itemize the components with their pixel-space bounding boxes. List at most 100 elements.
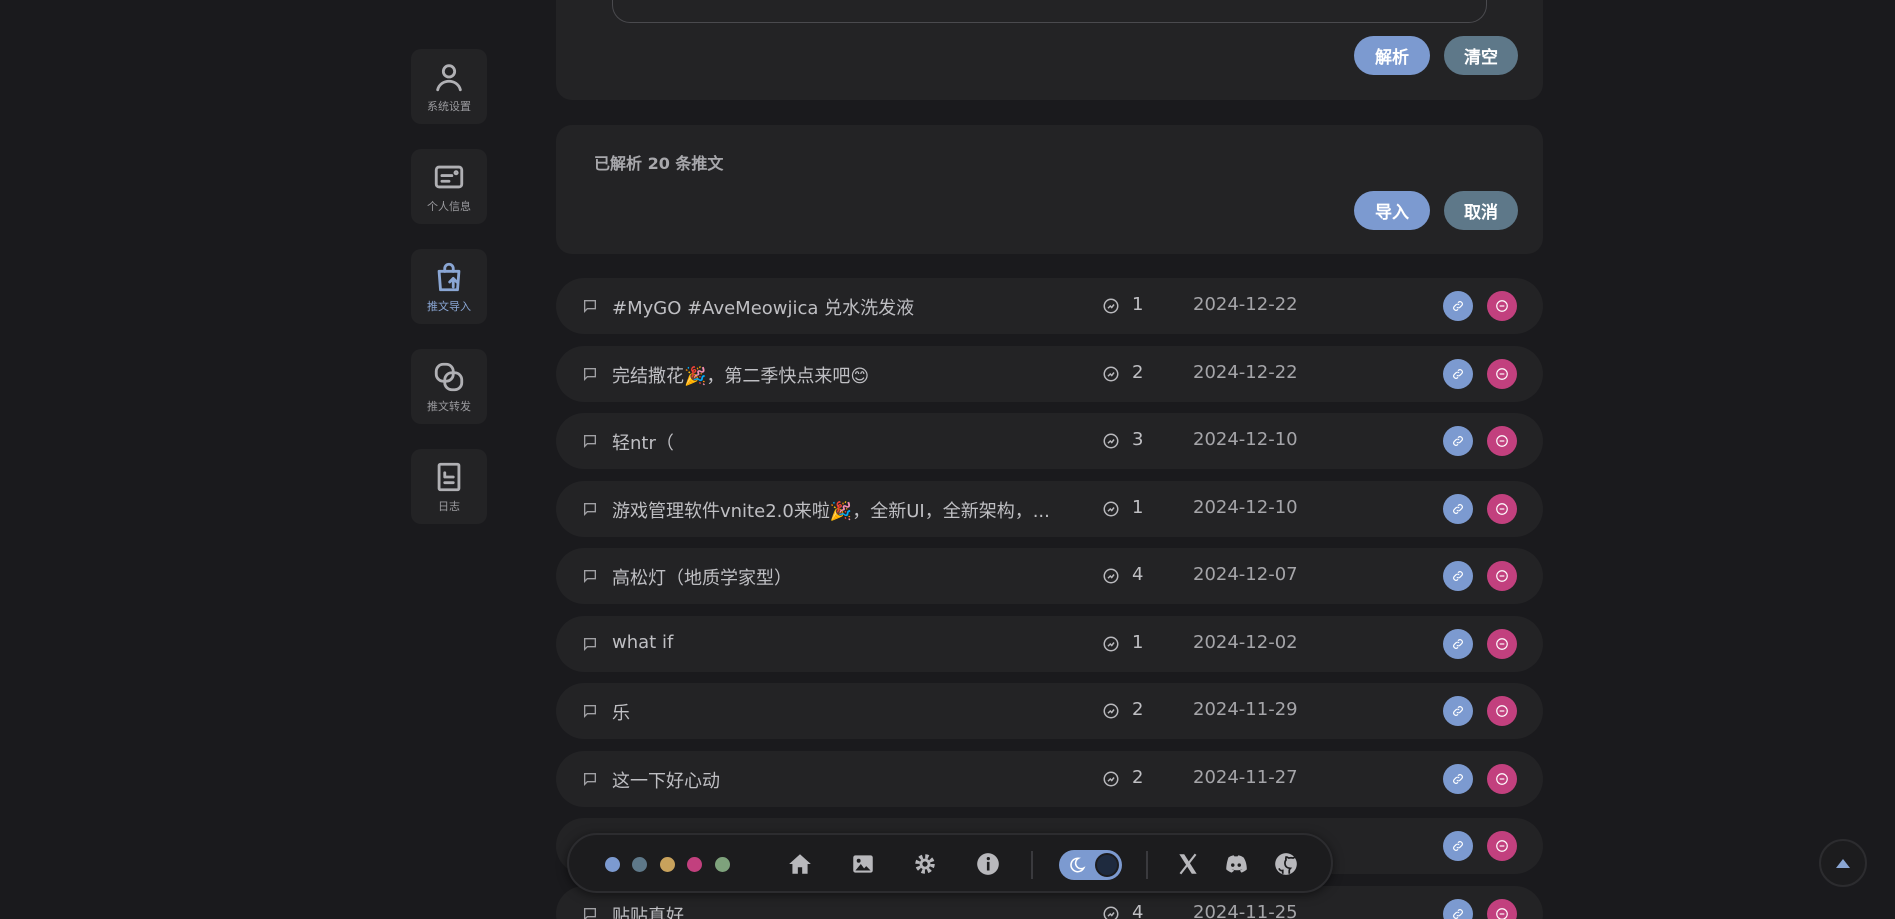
media-count: 1	[1132, 496, 1144, 518]
clear-button[interactable]: 清空	[1444, 36, 1518, 75]
message-icon	[582, 703, 598, 719]
tweet-date: 2024-12-07	[1193, 564, 1298, 585]
theme-color-dot-2[interactable]	[632, 857, 647, 872]
open-link-button[interactable]	[1443, 696, 1473, 726]
tweet-row: 乐 2 2024-11-29	[556, 683, 1543, 739]
media-count-icon	[1102, 702, 1120, 720]
gear-icon[interactable]	[912, 851, 938, 877]
media-count: 2	[1132, 699, 1144, 720]
tweet-title: 游戏管理软件vnite2.0来啦🎉，全新UI，全新架构，...	[612, 500, 1050, 522]
minus-circle-icon	[1496, 570, 1508, 582]
link-icon	[1453, 908, 1463, 919]
media-count-icon	[1102, 905, 1120, 919]
sidebar-item-tweet-forward[interactable]: 推文转发	[411, 349, 487, 424]
remove-tweet-button[interactable]	[1487, 493, 1517, 524]
parse-result-title: 已解析 20 条推文	[594, 154, 724, 173]
sidebar-item-label: 系统设置	[427, 99, 471, 113]
link-icon	[1453, 773, 1463, 784]
sidebar-item-label: 推文转发	[427, 399, 471, 413]
remove-tweet-button[interactable]	[1487, 763, 1517, 794]
x-logo-icon[interactable]	[1175, 851, 1201, 877]
message-icon	[582, 771, 598, 787]
media-count: 2	[1132, 361, 1144, 383]
minus-circle-icon	[1496, 300, 1508, 312]
open-link-button[interactable]	[1443, 831, 1473, 861]
remove-tweet-button[interactable]	[1487, 358, 1517, 389]
user-icon	[436, 63, 462, 91]
info-icon[interactable]	[975, 851, 1001, 877]
sidebar-item-profile[interactable]: 个人信息	[411, 149, 487, 224]
github-icon[interactable]	[1273, 851, 1299, 877]
home-icon[interactable]	[787, 851, 813, 877]
tweet-title: 这一下好心动	[612, 770, 720, 792]
remove-tweet-button[interactable]	[1487, 291, 1517, 321]
remove-tweet-button[interactable]	[1487, 628, 1517, 659]
dark-mode-toggle[interactable]	[1059, 850, 1122, 880]
remove-tweet-button[interactable]	[1487, 831, 1517, 861]
tweet-title: 乐	[612, 703, 630, 724]
tweet-url-textarea[interactable]	[612, 0, 1487, 23]
tweet-title: what if	[612, 631, 674, 653]
remove-tweet-button[interactable]	[1487, 898, 1517, 919]
message-icon	[582, 501, 598, 517]
tweet-row: 完结撒花🎉，第二季快点来吧😊 2 2024-12-22	[556, 345, 1543, 402]
input-card: 解析 清空	[556, 0, 1543, 100]
media-count-icon	[1102, 432, 1120, 450]
image-icon[interactable]	[850, 851, 876, 877]
message-icon	[582, 298, 598, 314]
tweet-title: 高松灯（地质学家型）	[612, 568, 792, 589]
media-count: 3	[1132, 429, 1144, 450]
sidebar-item-system-settings[interactable]: 系统设置	[411, 49, 487, 124]
open-link-button[interactable]	[1443, 426, 1473, 456]
remove-tweet-button[interactable]	[1487, 696, 1517, 726]
theme-color-dot-3[interactable]	[660, 857, 675, 872]
bag-upload-icon	[437, 262, 461, 291]
theme-color-dot-4[interactable]	[687, 857, 702, 872]
media-count: 4	[1132, 564, 1144, 585]
cancel-button[interactable]: 取消	[1444, 191, 1518, 230]
sidebar-item-label: 日志	[438, 499, 460, 513]
parse-button[interactable]: 解析	[1354, 36, 1430, 75]
tweet-title: 贴贴真好	[612, 905, 684, 919]
import-button[interactable]: 导入	[1354, 191, 1430, 230]
sidebar-item-label: 个人信息	[427, 199, 471, 213]
scroll-to-top-button[interactable]	[1819, 839, 1867, 887]
link-icon	[1453, 841, 1463, 851]
moon-icon	[1070, 857, 1086, 873]
remove-tweet-button[interactable]	[1487, 426, 1517, 456]
sidebar: 系统设置 个人信息 推文导入 推文转发 日志	[411, 49, 487, 549]
open-link-button[interactable]	[1443, 358, 1473, 389]
tweet-row: #MyGO #AveMeowjica 兑水洗发液 1 2024-12-22	[556, 278, 1543, 334]
open-link-button[interactable]	[1443, 628, 1473, 659]
theme-color-dot-5[interactable]	[715, 857, 730, 872]
link-icon	[1453, 301, 1463, 311]
theme-color-dot-1[interactable]	[605, 857, 620, 872]
link-icon	[1453, 638, 1463, 649]
remove-tweet-button[interactable]	[1487, 561, 1517, 591]
open-link-button[interactable]	[1443, 493, 1473, 524]
tweet-title: #MyGO #AveMeowjica 兑水洗发液	[612, 298, 915, 319]
arrow-up-icon	[1836, 858, 1850, 868]
toggle-knob	[1095, 853, 1119, 877]
media-count-icon	[1102, 567, 1120, 585]
tweet-date: 2024-12-22	[1193, 294, 1298, 315]
media-count-icon	[1102, 297, 1120, 315]
sidebar-item-tweet-import[interactable]: 推文导入	[411, 249, 487, 324]
sidebar-item-log[interactable]: 日志	[411, 449, 487, 524]
message-icon	[582, 906, 598, 919]
tweet-row: 这一下好心动 2 2024-11-27	[556, 750, 1543, 807]
open-link-button[interactable]	[1443, 561, 1473, 591]
open-link-button[interactable]	[1443, 898, 1473, 919]
open-link-button[interactable]	[1443, 291, 1473, 321]
id-card-icon	[434, 165, 464, 188]
message-icon	[582, 433, 598, 449]
tweet-date: 2024-11-27	[1193, 766, 1298, 788]
link-icon	[1453, 503, 1463, 514]
minus-circle-icon	[1496, 907, 1508, 919]
message-icon	[582, 366, 598, 382]
tweet-date: 2024-11-29	[1193, 699, 1298, 720]
media-count-icon	[1102, 635, 1120, 653]
discord-icon[interactable]	[1223, 851, 1249, 877]
tweet-date: 2024-11-25	[1193, 901, 1298, 919]
open-link-button[interactable]	[1443, 763, 1473, 794]
